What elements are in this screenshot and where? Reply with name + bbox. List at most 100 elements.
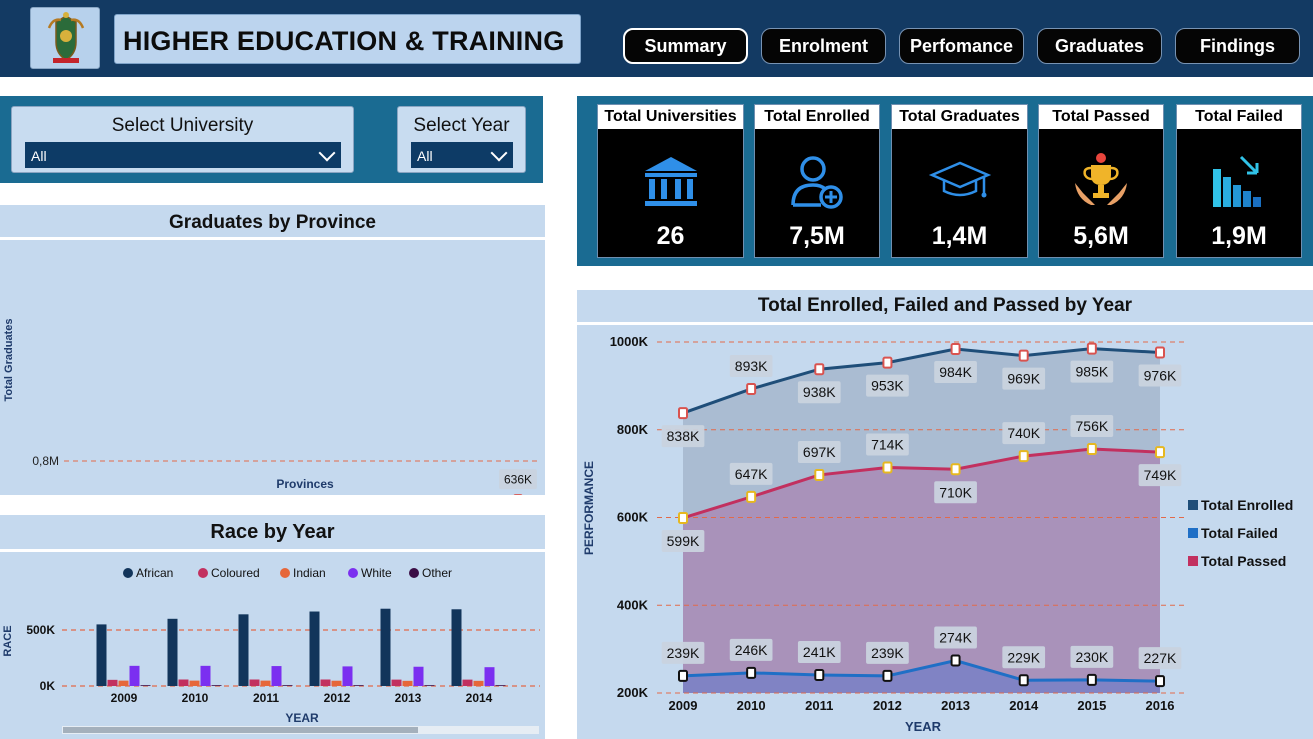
race-chart: African Coloured Indian White Other 0K 500K 200…	[2, 566, 540, 734]
card-title: Total Universities	[598, 105, 743, 129]
data-label: 756K	[1076, 418, 1109, 434]
data-point-marker	[678, 511, 688, 524]
year-filter: Select Year All	[397, 106, 526, 173]
data-label: 710K	[939, 484, 972, 500]
x-tick-label: 2015	[1077, 698, 1106, 713]
race-bar	[424, 685, 435, 686]
legend-label: Coloured	[211, 566, 260, 580]
data-point-marker	[882, 461, 893, 474]
race-by-year-panel: Race by Year African Coloured Indian White O…	[0, 515, 545, 739]
data-label: 230K	[1076, 649, 1109, 665]
y-tick-label: 500K	[26, 623, 55, 637]
race-bar	[342, 666, 353, 686]
card-total-enrolled: Total Enrolled 7,5M	[754, 104, 880, 258]
x-tick-label: 2010	[182, 691, 209, 705]
nav-tab-enrolment[interactable]: Enrolment	[761, 28, 886, 64]
data-point-marker	[950, 463, 961, 476]
race-bar	[391, 679, 402, 686]
declining-bars-icon	[1213, 155, 1261, 207]
x-tick-label: 2014	[466, 691, 493, 705]
data-point-marker	[950, 343, 961, 356]
data-label: 229K	[1007, 649, 1040, 665]
race-bar	[200, 665, 211, 686]
nav-tab-summary[interactable]: Summary	[623, 28, 748, 64]
legend-label: Total Enrolled	[1201, 497, 1293, 513]
race-bar	[402, 680, 413, 686]
nav-tab-findings[interactable]: Findings	[1175, 28, 1300, 64]
data-label: 647K	[735, 466, 768, 482]
data-point-marker	[1086, 443, 1097, 456]
race-bar	[413, 666, 424, 686]
university-filter: Select University All	[11, 106, 354, 173]
legend-marker	[348, 568, 358, 578]
university-filter-label: Select University	[111, 115, 254, 136]
data-point-marker	[882, 356, 893, 369]
data-label: 599K	[667, 533, 700, 549]
y-tick-label: 1000K	[610, 334, 649, 349]
data-label: 985K	[1076, 364, 1109, 380]
nav-tab-performance[interactable]: Perfomance	[899, 28, 1024, 64]
nav-tab-label: Findings	[1200, 36, 1275, 56]
card-title: Total Failed	[1177, 105, 1301, 129]
data-point-marker	[1018, 674, 1029, 687]
data-label: 838K	[667, 428, 700, 444]
data-label: 740K	[1007, 425, 1040, 441]
legend-marker	[1188, 556, 1198, 566]
y-axis-title: Total Graduates	[3, 319, 15, 402]
race-bar	[107, 679, 118, 686]
university-building-icon	[644, 157, 697, 206]
data-point-marker	[1155, 446, 1165, 459]
race-bar	[178, 679, 189, 686]
data-point-marker	[1018, 349, 1029, 362]
legend-marker	[280, 568, 290, 578]
race-bar	[484, 667, 495, 686]
data-point-marker	[814, 669, 825, 682]
race-bar	[309, 611, 320, 686]
legend-label: Total Failed	[1201, 525, 1278, 541]
university-dropdown-value: All	[31, 148, 47, 164]
trophy-hands-icon	[1075, 153, 1127, 205]
card-value: 1,9M	[1211, 222, 1267, 250]
year-dropdown[interactable]: All	[411, 142, 513, 168]
nav-tab-label: Perfomance	[909, 36, 1014, 56]
performance-chart: 838K 893K 938K 953K 984K 969K 985K 976K 239K 246K…	[582, 334, 1293, 734]
x-tick-label: 2011	[253, 691, 279, 705]
race-bar	[129, 665, 140, 686]
coat-of-arms-icon	[30, 7, 100, 69]
university-dropdown[interactable]: All	[25, 142, 341, 168]
data-point-marker	[950, 654, 961, 667]
legend-label: Indian	[293, 566, 326, 580]
y-tick-label: 600K	[617, 510, 649, 525]
legend-marker	[123, 568, 133, 578]
data-label: 938K	[803, 384, 836, 400]
race-bar	[167, 618, 178, 686]
y-axis-title: PERFORMANCE	[582, 461, 596, 555]
scrollbar-thumb[interactable]	[63, 727, 418, 733]
year-dropdown-value: All	[417, 148, 433, 164]
data-label: 969K	[1007, 371, 1040, 387]
data-point-marker	[678, 669, 688, 682]
data-point-marker	[1155, 675, 1165, 688]
legend-label: African	[136, 566, 173, 580]
race-bar	[211, 685, 222, 686]
data-point-marker	[814, 363, 825, 376]
card-title: Total Graduates	[892, 105, 1027, 129]
legend-marker	[1188, 500, 1198, 510]
race-bar	[249, 679, 260, 686]
legend-label: Other	[422, 566, 452, 580]
legend-label: White	[361, 566, 392, 580]
data-label: 893K	[735, 358, 768, 374]
data-label: 976K	[1144, 368, 1177, 384]
y-tick-label: 800K	[617, 422, 649, 437]
data-point-marker	[882, 669, 893, 682]
race-bar	[260, 680, 271, 686]
x-tick-label: 2012	[873, 698, 902, 713]
race-bar	[353, 685, 364, 686]
year-filter-label: Select Year	[413, 115, 510, 136]
race-bar	[189, 680, 200, 686]
race-bar	[238, 614, 249, 686]
card-total-universities: Total Universities 26	[597, 104, 744, 258]
race-bar	[451, 609, 462, 686]
race-bar	[495, 685, 506, 686]
nav-tab-graduates[interactable]: Graduates	[1037, 28, 1162, 64]
